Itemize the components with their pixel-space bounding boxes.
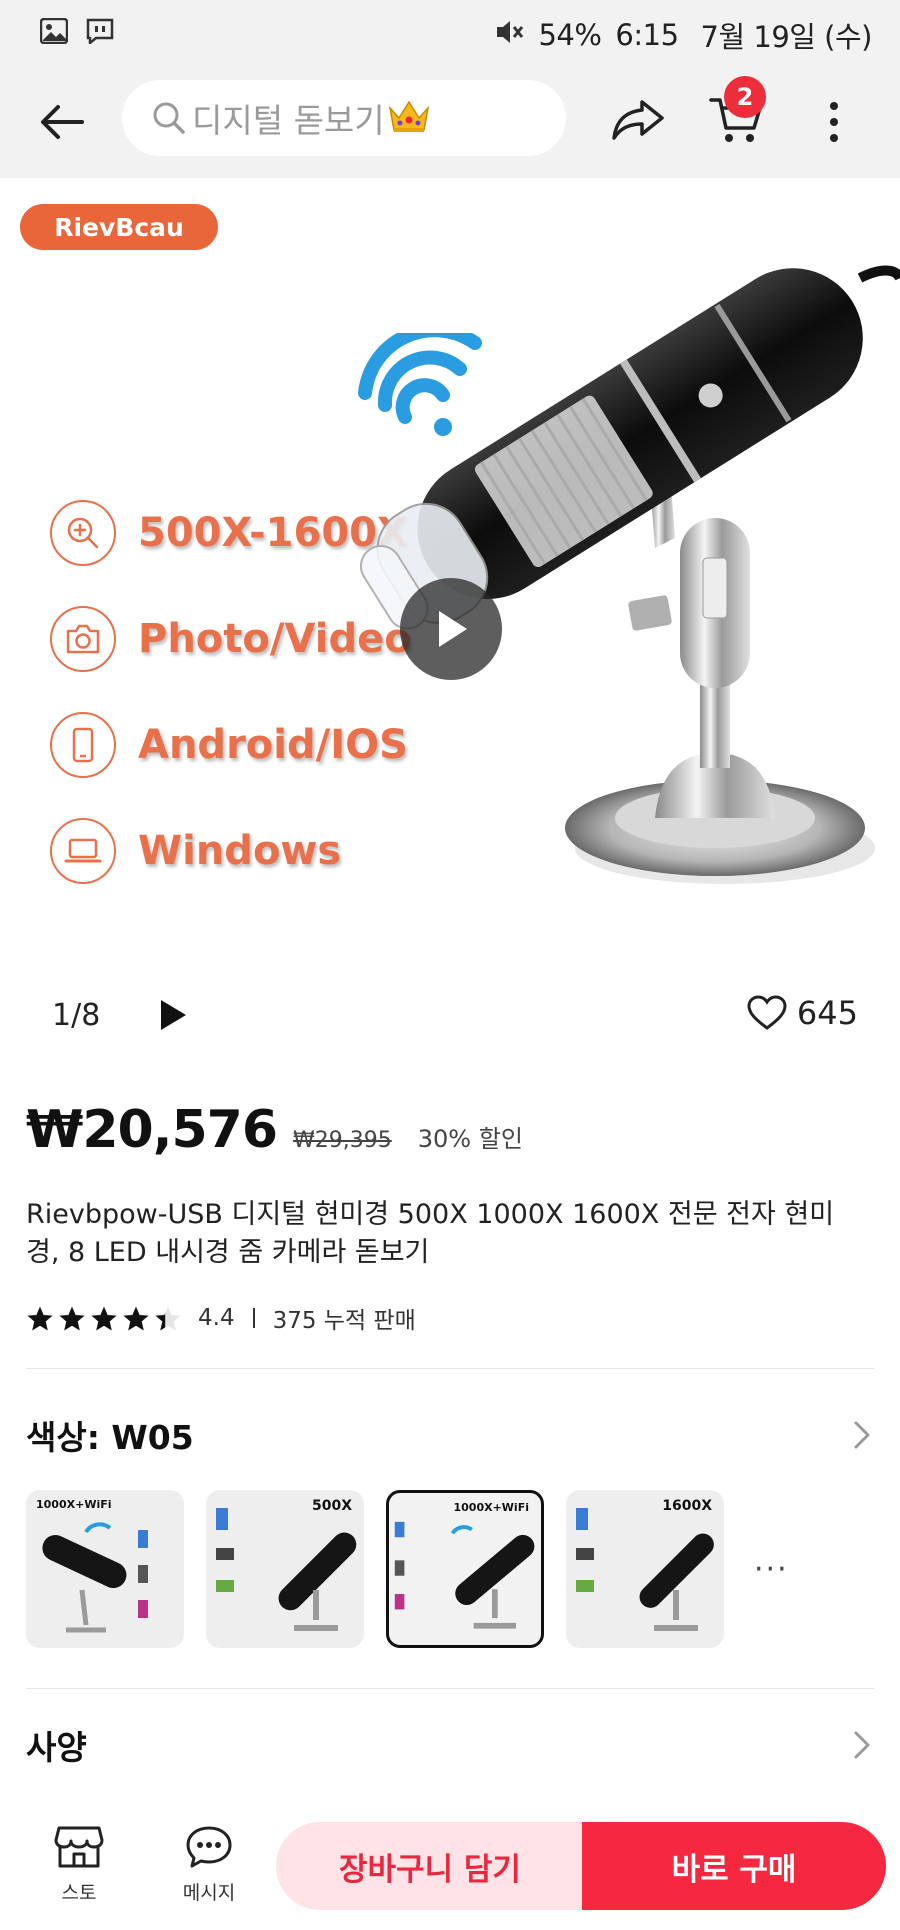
- variant-label: 1600X: [662, 1498, 712, 1514]
- status-bar: 54% 6:15 7월 19일 (수): [0, 0, 900, 64]
- store-label: 스토: [61, 1882, 97, 1904]
- message-notification-icon: [86, 18, 114, 48]
- color-variant-thumbnail-selected[interactable]: 1000X+WiFi: [386, 1490, 544, 1648]
- battery-level: 54%: [538, 18, 602, 52]
- spec-row[interactable]: 사양: [26, 1720, 874, 1770]
- store-button[interactable]: 스토: [34, 1824, 124, 1905]
- feature-label: Windows: [138, 828, 342, 874]
- color-option-row[interactable]: 색상: W05: [26, 1410, 874, 1460]
- add-to-cart-button[interactable]: 장바구니 담기: [276, 1822, 584, 1910]
- divider: [26, 1688, 874, 1689]
- star-icon: [91, 1306, 117, 1330]
- cart-count-badge: 2: [724, 76, 766, 118]
- chat-icon: [186, 1826, 232, 1868]
- play-icon: [439, 611, 467, 647]
- more-vertical-icon: [830, 102, 838, 142]
- search-bar[interactable]: 디지털 돋보기: [122, 80, 566, 156]
- message-label: 메시지: [182, 1882, 236, 1904]
- store-icon: [54, 1826, 104, 1868]
- play-icon: [161, 1000, 186, 1030]
- chevron-right-icon: [854, 1731, 870, 1759]
- divider: [26, 1368, 874, 1369]
- back-arrow-icon: [41, 105, 84, 139]
- heart-icon: [747, 995, 787, 1030]
- rating-value: 4.4: [198, 1305, 235, 1331]
- color-option-label: 색상: W05: [26, 1418, 194, 1457]
- separator: [252, 1308, 255, 1328]
- crown-icon: [387, 98, 431, 138]
- chevron-right-icon: [854, 1421, 870, 1449]
- color-variant-thumbnail[interactable]: 1600X: [566, 1490, 724, 1648]
- star-icon: [155, 1306, 181, 1330]
- top-nav: 디지털 돋보기 2: [0, 64, 900, 178]
- more-variants-indicator[interactable]: ···: [754, 1552, 789, 1587]
- price-row: ₩20,576 ₩29,395 30% 할인: [26, 1100, 523, 1160]
- variant-image: [394, 1521, 535, 1629]
- buy-now-button[interactable]: 바로 구매: [582, 1822, 886, 1910]
- color-variant-list: 1000X+WiFi 500X 1000X+WiFi 1600X ···: [26, 1490, 789, 1648]
- star-icon: [123, 1306, 149, 1330]
- rating-row[interactable]: 4.4 375 누적 판매: [26, 1300, 416, 1336]
- star-icon: [59, 1306, 85, 1330]
- color-variant-thumbnail[interactable]: 1000X+WiFi: [26, 1490, 184, 1648]
- mute-icon: [494, 18, 524, 53]
- original-price: ₩29,395: [293, 1128, 392, 1153]
- sales-count: 375 누적 판매: [272, 1308, 416, 1334]
- zoom-icon: [50, 500, 116, 566]
- search-icon: [153, 102, 185, 134]
- date: 7월 19일 (수): [700, 20, 873, 54]
- camera-icon: [50, 606, 116, 672]
- more-options-button[interactable]: [812, 92, 856, 152]
- feature-desktop: Windows: [50, 818, 341, 884]
- brand-badge[interactable]: RievBcau: [20, 204, 218, 250]
- variant-image: [42, 1522, 148, 1633]
- wishlist-button[interactable]: 645: [747, 994, 858, 1032]
- slideshow-play-button[interactable]: [158, 998, 188, 1032]
- product-image-gallery[interactable]: RievBcau 500X-1600X Photo/Video Android/…: [0, 178, 900, 1078]
- like-count: 645: [796, 994, 858, 1032]
- bottom-action-bar: 스토 메시지 장바구니 담기 바로 구매: [0, 1800, 900, 1930]
- search-text: 디지털 돋보기: [192, 101, 385, 140]
- message-button[interactable]: 메시지: [164, 1824, 254, 1905]
- discount-label: 30% 할인: [417, 1125, 523, 1153]
- video-play-button[interactable]: [400, 578, 502, 680]
- image-counter: 1/8: [52, 998, 101, 1033]
- share-button[interactable]: [610, 92, 670, 152]
- star-rating: [26, 1305, 182, 1332]
- product-title: Rievbpow-USB 디지털 현미경 500X 1000X 1600X 전문…: [26, 1199, 835, 1268]
- color-variant-thumbnail[interactable]: 500X: [206, 1490, 364, 1648]
- variant-label: 500X: [311, 1498, 352, 1514]
- variant-label: 1000X+WiFi: [453, 1501, 529, 1514]
- sale-price: ₩20,576: [26, 1100, 278, 1160]
- spec-label: 사양: [26, 1728, 87, 1767]
- variant-label: 1000X+WiFi: [36, 1498, 112, 1511]
- star-icon: [27, 1306, 53, 1330]
- gallery-notification-icon: [39, 17, 69, 48]
- back-button[interactable]: [32, 92, 92, 152]
- clock: 6:15: [615, 18, 679, 52]
- share-icon: [612, 100, 664, 140]
- laptop-icon: [50, 818, 116, 884]
- phone-icon: [50, 712, 116, 778]
